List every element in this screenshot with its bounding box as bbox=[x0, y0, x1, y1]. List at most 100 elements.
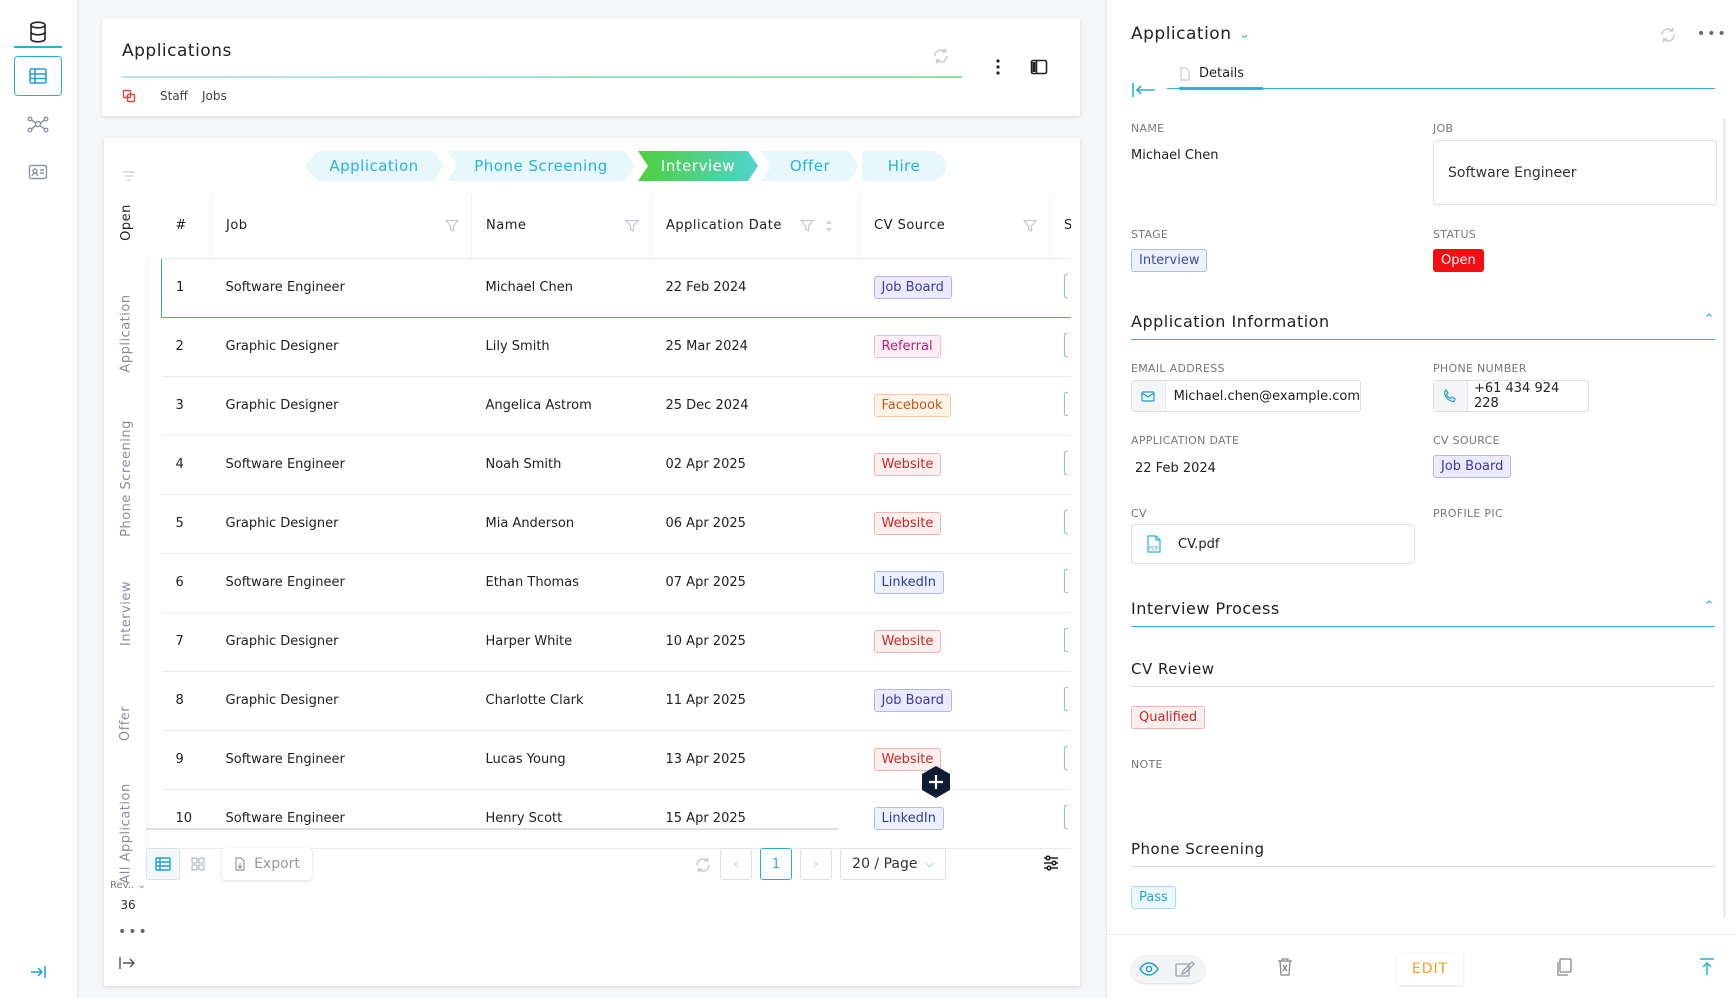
sort-icon[interactable] bbox=[824, 218, 834, 234]
settings-sliders-icon[interactable] bbox=[1042, 854, 1060, 872]
link-icon[interactable] bbox=[122, 89, 136, 103]
cell-application-date: 10 Apr 2025 bbox=[651, 612, 860, 672]
vtab-offer[interactable]: Offer bbox=[104, 668, 148, 778]
expand-sidebar-icon[interactable] bbox=[14, 952, 62, 992]
grid-view-icon[interactable] bbox=[190, 856, 206, 872]
table-row[interactable]: 2 Graphic Designer Lily Smith 25 Mar 2024 Re… bbox=[161, 317, 1071, 377]
col-header-index: # bbox=[161, 194, 212, 259]
breadcrumb: Staff Jobs bbox=[122, 89, 227, 103]
stage-application[interactable]: Application bbox=[304, 151, 444, 181]
network-icon[interactable] bbox=[14, 104, 62, 144]
cell-application-date: 06 Apr 2025 bbox=[651, 494, 860, 554]
table-view-button[interactable] bbox=[146, 848, 180, 880]
add-application-button[interactable] bbox=[920, 765, 952, 799]
cv-source-tag: Job Board bbox=[873, 689, 952, 712]
vtab-all-application[interactable]: All Application bbox=[104, 778, 148, 888]
vtab-interview[interactable]: Interview bbox=[104, 558, 148, 668]
breadcrumb-jobs[interactable]: Jobs bbox=[202, 89, 227, 103]
filter-list-icon[interactable] bbox=[122, 170, 136, 182]
table-row[interactable]: 1 Software Engineer Michael Chen 22 Feb 202… bbox=[161, 257, 1071, 318]
cell-job: Graphic Designer bbox=[211, 494, 472, 554]
job-field[interactable]: Software Engineer bbox=[1433, 140, 1717, 205]
prev-page-button[interactable]: ‹ bbox=[720, 848, 752, 880]
reload-icon[interactable] bbox=[694, 856, 712, 874]
scroll-to-top-icon[interactable] bbox=[1699, 958, 1715, 976]
phone-screening-title: Phone Screening bbox=[1131, 840, 1715, 867]
email-field[interactable]: Michael.chen@example.com bbox=[1131, 380, 1361, 412]
rev-value: 36 bbox=[120, 898, 136, 912]
filter-icon[interactable] bbox=[445, 219, 459, 233]
col-header-cv-source[interactable]: CV Source bbox=[859, 194, 1050, 259]
cell-cv-source: Facebook bbox=[859, 376, 1050, 436]
table-row[interactable]: 4 Software Engineer Noah Smith 02 Apr 2025 W… bbox=[161, 435, 1071, 495]
cell-job: Software Engineer bbox=[211, 730, 472, 790]
vtab-application[interactable]: Application bbox=[104, 278, 148, 388]
application-information-header[interactable]: Application Information ⌃ bbox=[1131, 312, 1715, 340]
table-row[interactable]: 7 Graphic Designer Harper White 10 Apr 2025… bbox=[161, 612, 1071, 672]
next-page-button[interactable]: › bbox=[800, 848, 832, 880]
refresh-icon[interactable] bbox=[1659, 26, 1677, 44]
more-horizontal-icon[interactable]: ••• bbox=[118, 924, 149, 940]
cell-job: Graphic Designer bbox=[211, 612, 472, 672]
cell-job: Software Engineer bbox=[211, 553, 472, 613]
filter-icon[interactable] bbox=[625, 219, 639, 233]
application-date-label: APPLICATION DATE bbox=[1131, 434, 1240, 447]
more-horizontal-icon[interactable]: ••• bbox=[1697, 26, 1728, 42]
collapse-tabs-icon[interactable] bbox=[118, 956, 136, 970]
chevron-up-icon[interactable]: ⌃ bbox=[1704, 312, 1715, 327]
chevron-up-icon[interactable]: ⌃ bbox=[1704, 599, 1715, 614]
cell-cv-source: Website bbox=[859, 435, 1050, 495]
cv-file-field[interactable]: PDF CV.pdf bbox=[1131, 524, 1415, 564]
col-header-name[interactable]: Name bbox=[471, 194, 652, 259]
rev-label[interactable]: Rev.. ⌄ bbox=[108, 880, 148, 891]
stage-offer[interactable]: Offer bbox=[761, 151, 859, 181]
cell-cv-source: Website bbox=[859, 612, 1050, 672]
breadcrumb-staff[interactable]: Staff bbox=[160, 89, 188, 103]
back-arrow-icon[interactable] bbox=[1131, 82, 1157, 98]
page-number-button[interactable]: 1 bbox=[760, 848, 792, 880]
cv-source-tag: Facebook bbox=[873, 394, 951, 417]
cell-overflow bbox=[1049, 553, 1071, 613]
stage-interview[interactable]: Interview bbox=[638, 151, 758, 181]
filter-icon[interactable] bbox=[1023, 219, 1037, 233]
id-card-icon[interactable] bbox=[14, 152, 62, 192]
copy-icon[interactable] bbox=[1555, 958, 1573, 976]
col-header-application-date[interactable]: Application Date bbox=[651, 194, 860, 259]
cv-source-tag: Job Board bbox=[873, 276, 952, 299]
page-size-select[interactable]: 20 / Page ⌵ bbox=[840, 848, 946, 880]
eye-icon[interactable] bbox=[1139, 961, 1159, 977]
name-label: NAME bbox=[1131, 122, 1165, 135]
edit-icon[interactable] bbox=[1175, 961, 1195, 977]
table-row[interactable]: 3 Graphic Designer Angelica Astrom 25 Dec 2… bbox=[161, 376, 1071, 436]
horizontal-scrollbar[interactable] bbox=[146, 828, 838, 830]
vtab-phone-screening[interactable]: Phone Screening bbox=[104, 398, 148, 558]
panel-toggle-icon[interactable] bbox=[1030, 59, 1048, 75]
more-vertical-icon[interactable] bbox=[996, 59, 1000, 75]
filter-icon[interactable] bbox=[800, 219, 814, 233]
table-row[interactable]: 8 Graphic Designer Charlotte Clark 11 Apr 2… bbox=[161, 671, 1071, 731]
panel-scrollbar[interactable] bbox=[1723, 118, 1726, 918]
stage-phone-screening[interactable]: Phone Screening bbox=[447, 151, 635, 181]
tab-details[interactable]: Details bbox=[1179, 66, 1244, 81]
col-header-job[interactable]: Job bbox=[211, 194, 472, 259]
page-title: Applications bbox=[122, 41, 232, 61]
edit-button[interactable]: EDIT bbox=[1397, 953, 1463, 985]
interview-process-header[interactable]: Interview Process ⌃ bbox=[1131, 599, 1715, 627]
cv-review-badge: Qualified bbox=[1131, 706, 1206, 729]
delete-icon[interactable] bbox=[1277, 958, 1293, 976]
cell-application-date: 02 Apr 2025 bbox=[651, 435, 860, 495]
table-view-icon[interactable] bbox=[14, 56, 62, 96]
panel-title[interactable]: Application ⌄ bbox=[1131, 24, 1250, 44]
stage-hire[interactable]: Hire bbox=[862, 151, 946, 181]
job-label: JOB bbox=[1433, 122, 1454, 135]
refresh-icon[interactable] bbox=[932, 47, 950, 65]
applications-table: # Job Name Application Date CV Source S … bbox=[161, 194, 1071, 849]
stage-label: STAGE bbox=[1131, 228, 1169, 241]
phone-field[interactable]: +61 434 924 228 bbox=[1433, 380, 1589, 412]
chevron-down-icon: ⌄ bbox=[1239, 27, 1251, 41]
view-mode-toggle[interactable] bbox=[1131, 955, 1205, 983]
table-row[interactable]: 5 Graphic Designer Mia Anderson 06 Apr 2025… bbox=[161, 494, 1071, 554]
table-row[interactable]: 6 Software Engineer Ethan Thomas 07 Apr 202… bbox=[161, 553, 1071, 613]
vtab-open[interactable]: Open bbox=[104, 182, 148, 262]
export-button[interactable]: Export bbox=[222, 848, 312, 880]
